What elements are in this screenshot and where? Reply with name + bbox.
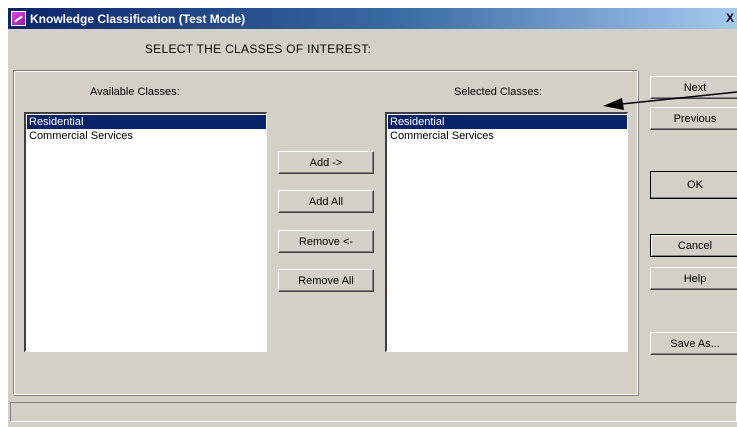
annotation-arrow-line xyxy=(621,91,737,105)
annotation-arrow-head xyxy=(603,98,624,110)
annotation-arrow-icon xyxy=(603,91,737,110)
